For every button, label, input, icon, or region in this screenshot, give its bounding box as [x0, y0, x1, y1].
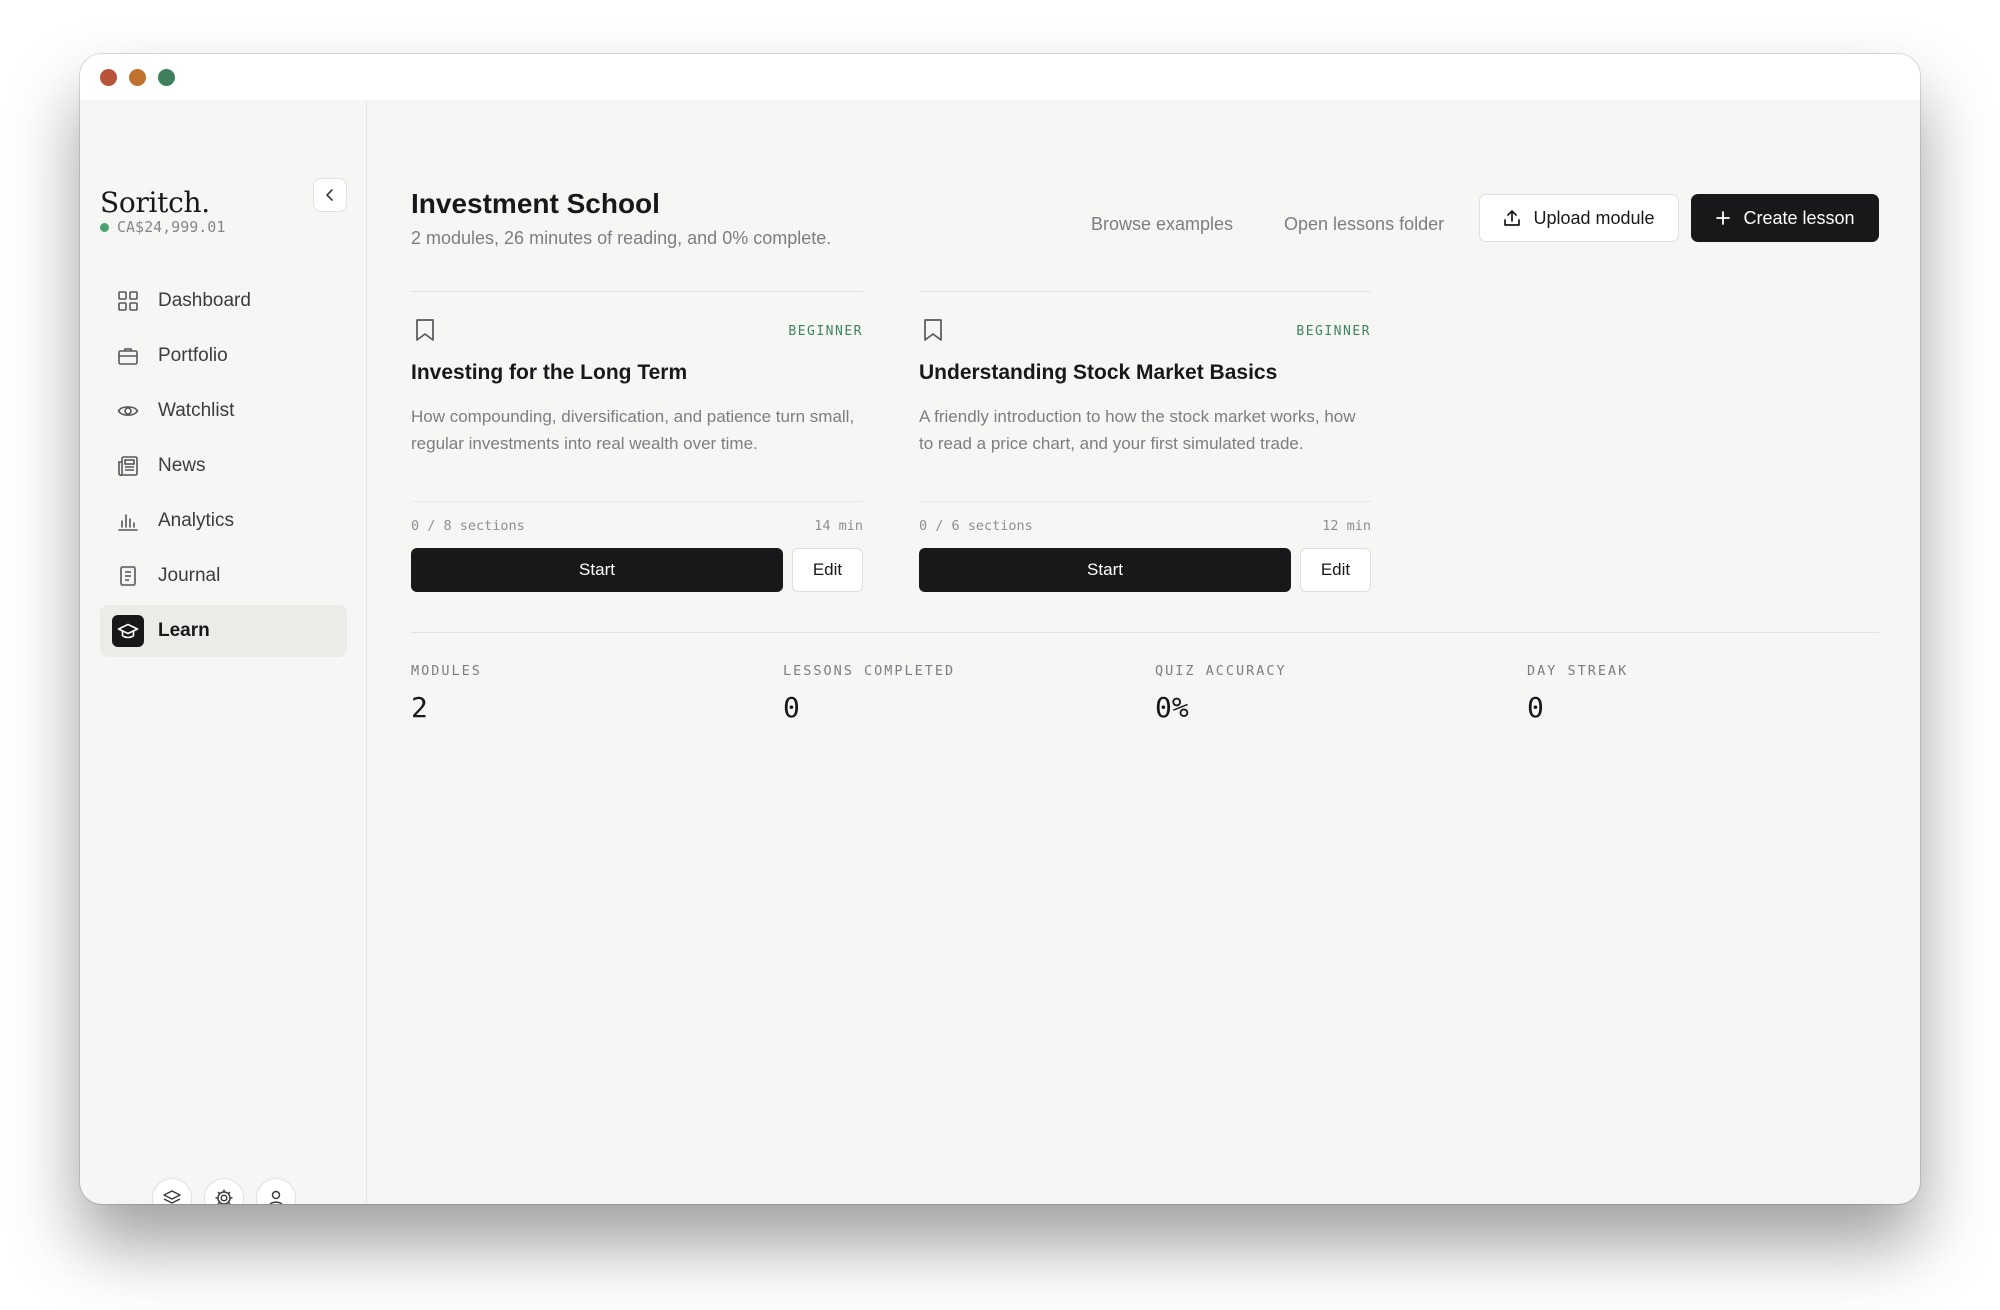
profile-button[interactable]	[256, 1178, 296, 1204]
minimize-window-button[interactable]	[129, 69, 146, 86]
divider	[919, 291, 1371, 292]
stat-lessons-completed: LESSONS COMPLETED 0	[783, 663, 955, 724]
edit-button[interactable]: Edit	[792, 548, 863, 592]
briefcase-icon	[116, 344, 140, 368]
module-title[interactable]: Investing for the Long Term	[411, 361, 687, 385]
collapse-sidebar-button[interactable]	[313, 178, 347, 212]
grid-icon	[116, 289, 140, 313]
stat-value: 2	[411, 691, 428, 724]
level-badge: BEGINNER	[1296, 324, 1371, 339]
stat-label: DAY STREAK	[1527, 663, 1629, 679]
newspaper-icon	[116, 454, 140, 478]
sidebar-item-news[interactable]: News	[100, 440, 347, 492]
plus-icon	[1716, 211, 1731, 225]
stat-modules: MODULES 2	[411, 663, 482, 724]
section-progress: 0 / 6 sections	[919, 518, 1033, 534]
account-balance: CA$24,999.01	[100, 218, 225, 236]
layers-button[interactable]	[152, 1178, 192, 1204]
create-lesson-label: Create lesson	[1743, 207, 1855, 228]
start-button[interactable]: Start	[919, 548, 1291, 592]
balance-value: CA$24,999.01	[117, 218, 226, 236]
sidebar-item-label: Portfolio	[158, 345, 228, 366]
sidebar-item-label: Dashboard	[158, 290, 251, 311]
page-title: Investment School	[411, 188, 660, 219]
sidebar-footer	[152, 1178, 296, 1204]
section-progress: 0 / 8 sections	[411, 518, 525, 534]
module-card: BEGINNER Investing for the Long Term How…	[411, 291, 863, 592]
sidebar-item-label: Learn	[158, 620, 210, 641]
chevron-left-icon	[326, 189, 333, 201]
sidebar: Soritch. CA$24,999.01 Dashboard Portfoli…	[80, 100, 367, 1204]
maximize-window-button[interactable]	[158, 69, 175, 86]
layers-icon	[163, 1190, 181, 1204]
divider	[411, 632, 1879, 633]
divider	[411, 291, 863, 292]
sidebar-item-dashboard[interactable]: Dashboard	[100, 275, 347, 327]
module-card: BEGINNER Understanding Stock Market Basi…	[919, 291, 1371, 592]
module-duration: 14 min	[814, 518, 863, 534]
start-button[interactable]: Start	[411, 548, 783, 592]
sidebar-item-watchlist[interactable]: Watchlist	[100, 385, 347, 437]
stat-quiz-accuracy: QUIZ ACCURACY 0%	[1155, 663, 1287, 724]
edit-button[interactable]: Edit	[1300, 548, 1371, 592]
sidebar-item-label: News	[158, 455, 206, 476]
module-duration: 12 min	[1322, 518, 1371, 534]
graduation-cap-icon	[112, 615, 144, 647]
title-bar	[80, 54, 1920, 100]
divider	[919, 501, 1371, 502]
bar-chart-icon	[116, 509, 140, 533]
open-lessons-folder-button[interactable]: Open lessons folder	[1284, 214, 1444, 235]
settings-icon	[215, 1189, 233, 1204]
module-description: How compounding, diversification, and pa…	[411, 407, 855, 453]
sidebar-item-label: Watchlist	[158, 400, 235, 421]
upload-icon	[1504, 210, 1521, 226]
main-content: Investment School 2 modules, 26 minutes …	[368, 100, 1920, 1204]
stat-label: QUIZ ACCURACY	[1155, 663, 1287, 679]
stat-value: 0	[1527, 691, 1544, 724]
stat-value: 0%	[1155, 691, 1189, 724]
browse-examples-button[interactable]: Browse examples	[1091, 214, 1233, 235]
stat-label: LESSONS COMPLETED	[783, 663, 956, 679]
divider	[411, 501, 863, 502]
sidebar-item-portfolio[interactable]: Portfolio	[100, 330, 347, 382]
upload-module-button[interactable]: Upload module	[1479, 194, 1679, 242]
create-lesson-button[interactable]: Create lesson	[1691, 194, 1879, 242]
user-icon	[269, 1190, 283, 1204]
sidebar-item-analytics[interactable]: Analytics	[100, 495, 347, 547]
module-description: A friendly introduction to how the stock…	[919, 407, 1356, 453]
stat-value: 0	[783, 691, 800, 724]
bookmark-icon[interactable]	[415, 318, 435, 347]
level-badge: BEGINNER	[788, 324, 863, 339]
page-subtitle: 2 modules, 26 minutes of reading, and 0%…	[411, 228, 832, 248]
stat-label: MODULES	[411, 663, 482, 679]
settings-button[interactable]	[204, 1178, 244, 1204]
close-window-button[interactable]	[100, 69, 117, 86]
brand-logo: Soritch.	[100, 186, 210, 219]
bookmark-icon[interactable]	[923, 318, 943, 347]
journal-icon	[116, 564, 140, 588]
sidebar-item-journal[interactable]: Journal	[100, 550, 347, 602]
eye-icon	[116, 399, 140, 423]
stat-day-streak: DAY STREAK 0	[1527, 663, 1628, 724]
sidebar-nav: Dashboard Portfolio Watchlist News Analy…	[100, 275, 347, 660]
sidebar-item-learn[interactable]: Learn	[100, 605, 347, 657]
sidebar-item-label: Analytics	[158, 510, 235, 531]
module-title[interactable]: Understanding Stock Market Basics	[919, 361, 1277, 385]
sidebar-item-label: Journal	[158, 565, 221, 586]
upload-module-label: Upload module	[1533, 207, 1655, 228]
status-dot	[100, 222, 109, 232]
app-window: Soritch. CA$24,999.01 Dashboard Portfoli…	[80, 54, 1920, 1204]
